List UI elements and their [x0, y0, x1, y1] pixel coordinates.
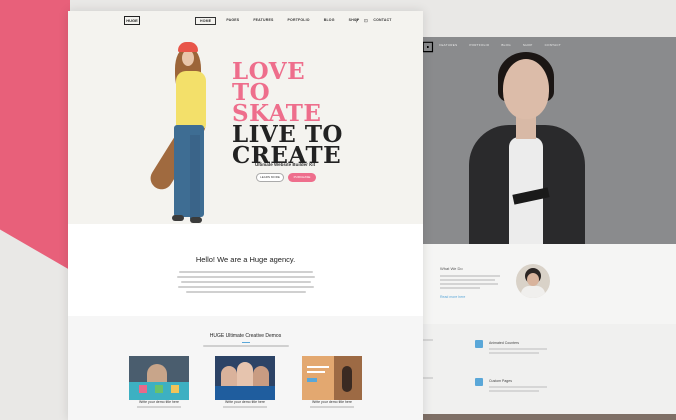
feature-title-counters: Animated Counters — [489, 341, 519, 345]
cart-icon[interactable]: ⊡ — [421, 39, 434, 56]
text-line — [489, 390, 539, 392]
team-avatar — [516, 264, 550, 298]
search-icon[interactable]: ⚲ — [355, 18, 358, 24]
nav-blog[interactable]: BLOG — [320, 17, 339, 25]
nav-home[interactable]: HOME — [195, 17, 217, 25]
text-line — [203, 345, 289, 347]
title-underline — [242, 342, 250, 343]
demo-card[interactable] — [129, 356, 189, 401]
demo-thumbnail — [129, 356, 189, 400]
text-line — [489, 352, 539, 354]
hero-headline: LOVE TO SKATE LIVE TO CREATE — [232, 58, 348, 167]
headline-line-1: LOVE TO — [232, 58, 306, 106]
cart-icon[interactable]: ⊡ — [364, 18, 368, 24]
hero-section: HUGE HOME PAGES FEATURES PORTFOLIO BLOG … — [68, 11, 423, 224]
girl-shoe — [172, 215, 184, 221]
girl-sweater — [176, 71, 206, 129]
feature-title-pages: Custom Pages — [489, 379, 512, 383]
demo-caption[interactable]: Write your demo title here — [215, 400, 275, 404]
nav-items: HOME PAGES FEATURES PORTFOLIO BLOG SHOP … — [195, 17, 402, 25]
demo-card[interactable] — [302, 356, 362, 401]
pink-background-shape — [0, 0, 70, 270]
text-line — [186, 291, 306, 293]
back-page-preview: FEATURES PORTFOLIO BLOG SHOP CONTACT ⚲ ⊡… — [405, 37, 676, 420]
pages-icon — [475, 378, 483, 386]
text-line — [223, 406, 267, 408]
text-line — [310, 406, 354, 408]
demo-thumbnail — [302, 356, 362, 400]
girl-shoe — [190, 217, 202, 223]
text-line — [181, 281, 311, 283]
text-line — [440, 287, 480, 289]
back-nav-shop[interactable]: SHOP — [523, 43, 533, 47]
woman-head — [503, 59, 549, 119]
girl-cap — [178, 42, 198, 52]
demos-section: HUGE Ultimate Creative Demos Write your … — [68, 316, 423, 420]
logo[interactable]: HUGE — [124, 16, 140, 25]
back-nav-portfolio[interactable]: PORTFOLIO — [469, 43, 489, 47]
back-footer-image — [405, 414, 676, 420]
demos-title: HUGE Ultimate Creative Demos — [209, 333, 282, 339]
text-line — [489, 348, 547, 350]
back-nav-blog[interactable]: BLOG — [501, 43, 511, 47]
demo-caption[interactable]: Write your demo title here — [302, 400, 362, 404]
back-hero: FEATURES PORTFOLIO BLOG SHOP CONTACT ⚲ ⊡ — [405, 37, 676, 255]
text-line — [423, 339, 433, 341]
skater-girl-image — [98, 31, 210, 224]
counter-icon — [475, 340, 483, 348]
hero-subtitle: Ultimate Website Builder Kit — [255, 162, 316, 167]
nav-portfolio[interactable]: PORTFOLIO — [284, 17, 314, 25]
purchase-button[interactable]: PURCHASE — [288, 173, 316, 182]
text-line — [137, 406, 181, 408]
features-section: Animated Counters Custom Pages — [405, 324, 676, 420]
demo-caption[interactable]: Write your demo title here — [129, 400, 189, 404]
what-we-do-title: What We Do — [440, 266, 463, 271]
text-line — [177, 276, 315, 278]
nav-contact[interactable]: CONTACT — [369, 17, 395, 25]
demo-thumbnail — [215, 356, 275, 400]
main-nav: HUGE HOME PAGES FEATURES PORTFOLIO BLOG … — [68, 11, 423, 31]
text-line — [178, 286, 314, 288]
back-nav: FEATURES PORTFOLIO BLOG SHOP CONTACT — [405, 43, 676, 47]
nav-pages[interactable]: PAGES — [222, 17, 243, 25]
front-page-preview: HUGE HOME PAGES FEATURES PORTFOLIO BLOG … — [68, 11, 423, 420]
text-line — [423, 377, 433, 379]
read-more-link[interactable]: Read more here — [440, 295, 465, 299]
text-line — [440, 283, 498, 285]
nav-features[interactable]: FEATURES — [249, 17, 277, 25]
text-line — [489, 386, 547, 388]
text-line — [179, 271, 313, 273]
agency-title: Hello! We are a Huge agency. — [195, 255, 296, 264]
girl-face — [182, 50, 194, 66]
what-we-do-section: What We Do Read more here — [405, 244, 676, 324]
text-line — [440, 275, 500, 277]
back-nav-contact[interactable]: CONTACT — [545, 43, 561, 47]
text-line — [440, 279, 495, 281]
learn-more-button[interactable]: LEARN MORE — [256, 173, 284, 182]
demo-card[interactable] — [215, 356, 275, 401]
girl-jeans-leg — [190, 135, 200, 219]
back-nav-features[interactable]: FEATURES — [439, 43, 457, 47]
agency-section: Hello! We are a Huge agency. — [68, 224, 423, 316]
